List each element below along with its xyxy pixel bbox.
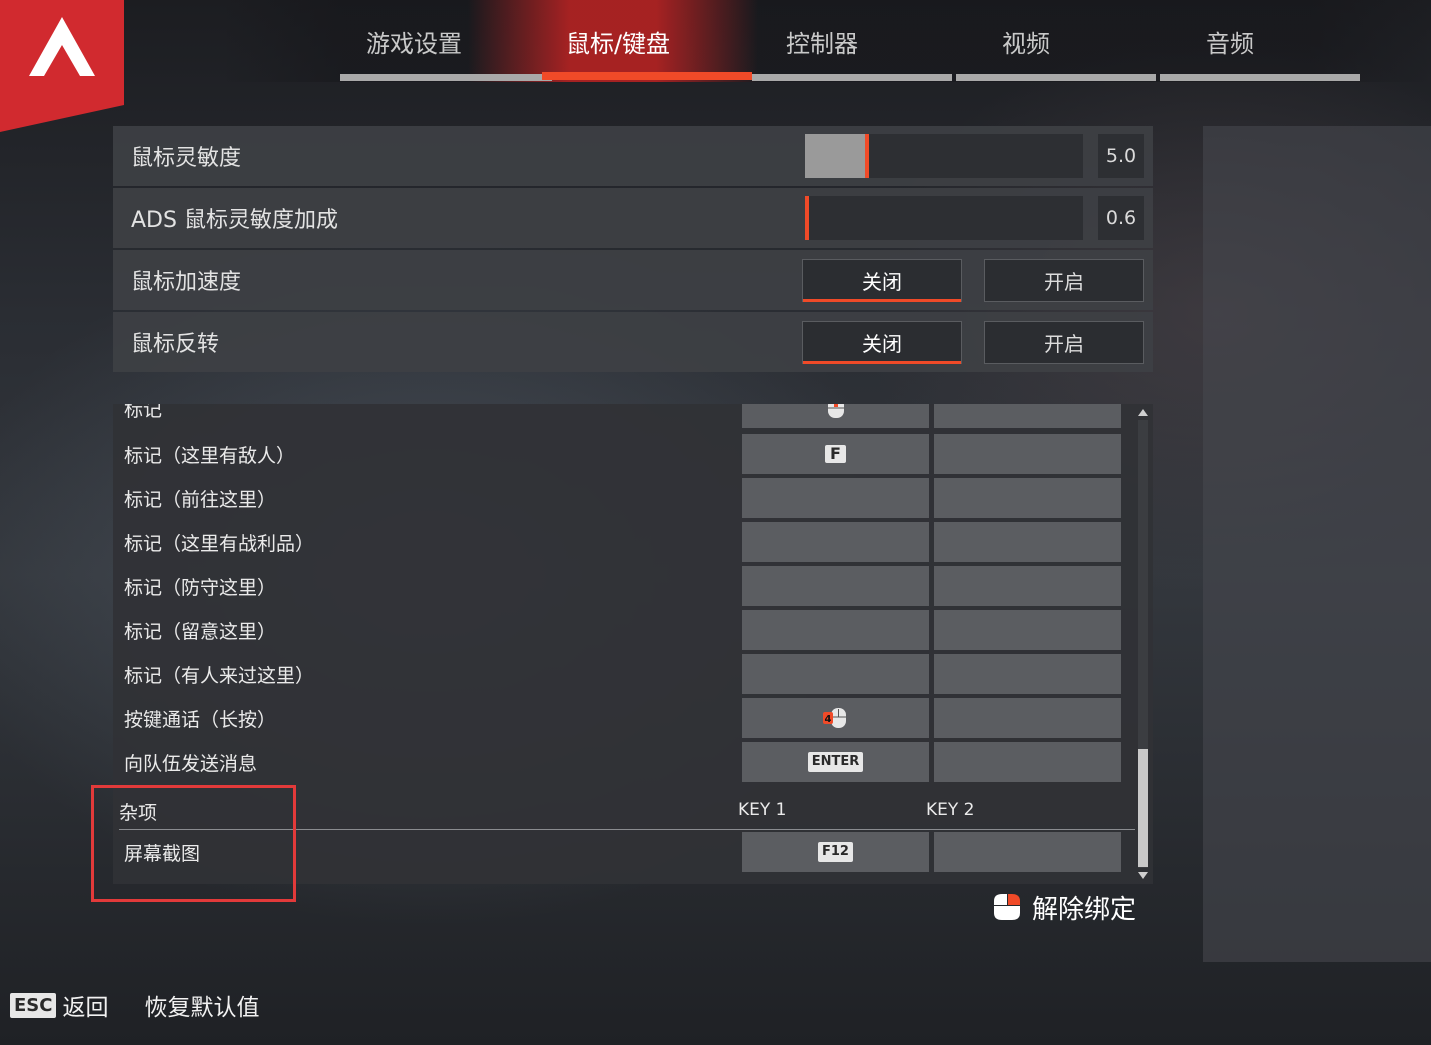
- invert-mouse-label: 鼠标反转: [131, 332, 220, 357]
- keybind-key1[interactable]: [742, 566, 929, 606]
- keybind-key2[interactable]: [934, 404, 1121, 428]
- mouse-sensitivity-value[interactable]: 5.0: [1098, 134, 1144, 178]
- tab-bar: 游戏设置 鼠标/键盘 控制器 视频 音频: [222, 0, 1431, 125]
- slider-handle[interactable]: [865, 134, 869, 178]
- esc-key-icon[interactable]: ESC: [10, 992, 57, 1018]
- keybind-label: 按键通话（长按）: [124, 709, 277, 731]
- mouse-button-number: 4: [824, 714, 831, 725]
- keybind-key1[interactable]: [742, 478, 929, 518]
- keybind-row: 标记（前往这里）: [113, 478, 1133, 518]
- mouse-middle-icon: [827, 404, 844, 418]
- keybind-key1[interactable]: [742, 654, 929, 694]
- keybind-label: 标记（有人来过这里）: [124, 665, 315, 687]
- scroll-up-arrow-icon[interactable]: [1138, 409, 1148, 416]
- key1-column-header: KEY 1: [738, 800, 787, 820]
- keybind-key2[interactable]: [934, 654, 1121, 694]
- mouse-sensitivity-slider[interactable]: [805, 134, 1083, 178]
- keybind-key2[interactable]: [934, 742, 1121, 782]
- keybind-key1[interactable]: [742, 610, 929, 650]
- invert-mouse-off-button[interactable]: 关闭: [802, 321, 962, 364]
- key-cap: F12: [818, 842, 853, 862]
- keybind-key1[interactable]: F12: [742, 832, 929, 872]
- tab-video[interactable]: 视频: [911, 0, 1141, 82]
- slider-fill: [805, 134, 869, 178]
- key2-column-header: KEY 2: [926, 800, 975, 820]
- keybind-label: 标记（防守这里）: [124, 577, 277, 599]
- mouse-button-4-icon: 4: [822, 708, 846, 728]
- footer: ESC 返回 恢复默认值: [10, 988, 259, 1022]
- keybind-key1[interactable]: [742, 522, 929, 562]
- apex-logo: [0, 0, 124, 132]
- slider-handle[interactable]: [805, 196, 809, 240]
- ads-sensitivity-label: ADS 鼠标灵敏度加成: [131, 208, 338, 233]
- ads-sensitivity-value[interactable]: 0.6: [1098, 196, 1144, 240]
- keybind-list[interactable]: 标记 标记（这里有敌人） F 标记（前往这里） 标记（这里有战利品） 标记（防守…: [113, 404, 1153, 884]
- mouse-acceleration-label: 鼠标加速度: [131, 270, 242, 295]
- keybind-key2[interactable]: [934, 698, 1121, 738]
- section-title: 杂项: [119, 802, 158, 824]
- tab-game-settings[interactable]: 游戏设置: [299, 0, 529, 82]
- keybind-key2[interactable]: [934, 832, 1121, 872]
- keybind-key1[interactable]: F: [742, 434, 929, 474]
- keybind-label: 标记（这里有敌人）: [124, 445, 296, 467]
- keybind-key1[interactable]: [742, 404, 929, 428]
- mouse-acceleration-row: 鼠标加速度 关闭 开启: [113, 250, 1153, 310]
- keybind-label: 标记（留意这里）: [124, 621, 277, 643]
- restore-defaults-button[interactable]: 恢复默认值: [144, 988, 259, 1022]
- keybind-key1[interactable]: ENTER: [742, 742, 929, 782]
- invert-mouse-on-button[interactable]: 开启: [984, 321, 1144, 364]
- keybind-row: 标记（留意这里）: [113, 610, 1133, 650]
- keybind-label: 标记: [124, 404, 163, 421]
- keybind-row: 屏幕截图 F12: [113, 832, 1133, 872]
- keybind-row: 标记（这里有战利品）: [113, 522, 1133, 562]
- tab-controller[interactable]: 控制器: [707, 0, 937, 82]
- mouse-settings-panel: 鼠标灵敏度 5.0 ADS 鼠标灵敏度加成 0.6 鼠标加速度 关闭 开启 鼠标…: [113, 126, 1153, 374]
- keybind-section-header: 杂项 KEY 1 KEY 2: [113, 792, 1135, 830]
- mouse-acceleration-off-button[interactable]: 关闭: [802, 259, 962, 302]
- keybind-key1[interactable]: 4: [742, 698, 929, 738]
- mouse-acceleration-on-button[interactable]: 开启: [984, 259, 1144, 302]
- keybind-key2[interactable]: [934, 478, 1121, 518]
- back-button[interactable]: 返回: [62, 988, 108, 1022]
- tab-audio[interactable]: 音频: [1115, 0, 1345, 82]
- scroll-down-arrow-icon[interactable]: [1138, 872, 1148, 879]
- unbind-button[interactable]: 解除绑定: [990, 888, 1136, 926]
- tab-mouse-keyboard[interactable]: 鼠标/键盘: [503, 0, 733, 82]
- invert-mouse-row: 鼠标反转 关闭 开启: [113, 312, 1153, 372]
- keybind-label: 向队伍发送消息: [124, 753, 258, 775]
- ads-sensitivity-slider[interactable]: [805, 196, 1083, 240]
- keybind-label: 标记（前往这里）: [124, 489, 277, 511]
- keybind-row: 标记（这里有敌人） F: [113, 434, 1133, 474]
- keybind-label: 标记（这里有战利品）: [124, 533, 315, 555]
- keybind-row: 标记（防守这里）: [113, 566, 1133, 606]
- description-side-panel: [1203, 126, 1431, 962]
- mouse-right-icon: [994, 894, 1020, 920]
- keybind-row: 向队伍发送消息 ENTER: [113, 742, 1133, 782]
- mouse-sensitivity-row: 鼠标灵敏度 5.0: [113, 126, 1153, 186]
- unbind-label: 解除绑定: [1032, 894, 1137, 925]
- keybind-key2[interactable]: [934, 434, 1121, 474]
- keybind-row: 标记: [113, 404, 1133, 428]
- ads-sensitivity-row: ADS 鼠标灵敏度加成 0.6: [113, 188, 1153, 248]
- keybind-key2[interactable]: [934, 610, 1121, 650]
- keybind-scrollbar[interactable]: [1135, 404, 1151, 884]
- section-divider: [119, 829, 1135, 830]
- mouse-sensitivity-label: 鼠标灵敏度: [131, 146, 242, 171]
- key-cap: ENTER: [807, 752, 864, 772]
- scroll-thumb[interactable]: [1138, 749, 1148, 867]
- keybind-key2[interactable]: [934, 522, 1121, 562]
- keybind-row: 按键通话（长按） 4: [113, 698, 1133, 738]
- keybind-row: 标记（有人来过这里）: [113, 654, 1133, 694]
- keybind-label: 屏幕截图: [124, 843, 201, 865]
- key-cap: F: [825, 445, 846, 463]
- keybind-key2[interactable]: [934, 566, 1121, 606]
